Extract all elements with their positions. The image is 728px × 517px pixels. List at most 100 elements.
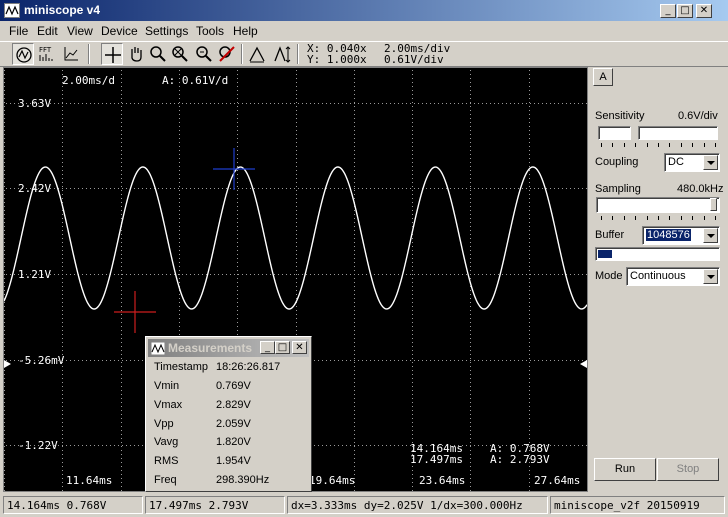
grid-dot [130, 360, 131, 361]
grid-dot [121, 90, 122, 91]
grid-dot [226, 274, 227, 275]
grid-dot [470, 430, 471, 431]
measurements-title-bar[interactable]: Measurements _ □ ✕ [148, 339, 309, 357]
fft-mode-button[interactable]: FFT [36, 43, 58, 65]
grid-dot [179, 258, 180, 259]
grid-dot [6, 274, 7, 275]
measure-vertical-button[interactable] [271, 43, 293, 65]
run-button[interactable]: Run [594, 458, 656, 481]
grid-dot [237, 206, 238, 207]
grid-dot [470, 182, 471, 183]
grid-dot [394, 360, 395, 361]
menu-help[interactable]: Help [233, 24, 258, 38]
grid-dot [118, 445, 119, 446]
menu-file[interactable]: File [9, 24, 28, 38]
x-label: 27.64ms [534, 474, 581, 487]
grid-dot [237, 262, 238, 263]
menu-device[interactable]: Device [101, 24, 138, 38]
menu-settings[interactable]: Settings [145, 24, 188, 38]
grid-dot [412, 182, 413, 183]
chevron-down-icon[interactable] [703, 155, 718, 170]
channel-a-tab[interactable]: A [593, 68, 613, 86]
grid-dot [4, 110, 5, 111]
grid-dot [506, 274, 507, 275]
grid-dot [296, 170, 297, 171]
grid-dot [179, 70, 180, 71]
red-cursor[interactable] [114, 291, 156, 333]
buffer-select[interactable]: 1048576 [642, 226, 720, 245]
y-label: -1.22V [18, 439, 58, 452]
grid-dot [179, 118, 180, 119]
grid-dot [237, 130, 238, 131]
meas-maximize-button[interactable]: □ [275, 341, 290, 354]
grid-dot [354, 442, 355, 443]
scope-mode-button[interactable] [12, 43, 34, 65]
grid-dot [386, 445, 387, 446]
zoom-out-button[interactable] [169, 43, 191, 65]
close-button[interactable]: ✕ [696, 4, 712, 18]
grid-dot [296, 266, 297, 267]
crosshair-tool-button[interactable] [101, 43, 123, 65]
menu-tools[interactable]: Tools [196, 24, 224, 38]
grid-dot [412, 306, 413, 307]
grid-dot [6, 445, 7, 446]
meas-close-button[interactable]: ✕ [292, 341, 307, 354]
chevron-down-icon[interactable] [703, 269, 718, 284]
grid-dot [412, 122, 413, 123]
grid-dot [529, 306, 530, 307]
coupling-select[interactable]: DC [664, 153, 720, 172]
measurements-window[interactable]: Measurements _ □ ✕ Timestamp 18:26:26.81… [145, 336, 312, 492]
meas-minimize-button[interactable]: _ [260, 341, 275, 354]
blue-cursor[interactable] [213, 148, 255, 190]
measure-horizontal-button[interactable] [246, 43, 268, 65]
grid-dot [390, 103, 391, 104]
zoom-fit-button[interactable] [193, 43, 215, 65]
grid-dot [282, 274, 283, 275]
grid-dot [54, 103, 55, 104]
zoom-tool-button[interactable] [147, 43, 169, 65]
stop-button[interactable]: Stop [657, 458, 719, 481]
grid-dot [4, 486, 5, 487]
grid-dot [258, 274, 259, 275]
grid-dot [70, 445, 71, 446]
mode-select[interactable]: Continuous [626, 267, 720, 286]
sampling-slider[interactable] [596, 197, 720, 213]
minimize-button[interactable]: _ [660, 4, 676, 18]
grid-dot [470, 478, 471, 479]
grid-dot [470, 334, 471, 335]
sensitivity-slider[interactable] [638, 126, 718, 140]
grid-dot [121, 362, 122, 363]
grid-dot [74, 188, 75, 189]
grid-dot [412, 466, 413, 467]
grid-dot [412, 394, 413, 395]
grid-dot [121, 126, 122, 127]
xy-mode-button[interactable] [60, 43, 82, 65]
menu-view[interactable]: View [67, 24, 93, 38]
grid-dot [378, 445, 379, 446]
ground-marker-right [580, 360, 587, 368]
grid-dot [466, 103, 467, 104]
grid-dot [90, 360, 91, 361]
grid-dot [296, 238, 297, 239]
measure-h-icon [249, 46, 265, 63]
grid-dot [294, 188, 295, 189]
grid-dot [326, 103, 327, 104]
grid-dot [62, 322, 63, 323]
chevron-down-icon[interactable] [703, 228, 718, 243]
grid-dot [478, 274, 479, 275]
grid-dot [121, 282, 122, 283]
maximize-button[interactable]: □ [677, 4, 693, 18]
grid-dot [470, 70, 471, 71]
menu-edit[interactable]: Edit [37, 24, 58, 38]
grid-dot [314, 103, 315, 104]
sensitivity-field[interactable] [598, 126, 631, 140]
grid-dot [282, 103, 283, 104]
grid-dot [121, 178, 122, 179]
grid-dot [296, 254, 297, 255]
sampling-slider-thumb[interactable] [710, 198, 717, 211]
grid-dot [237, 198, 238, 199]
grid-dot [121, 198, 122, 199]
clear-cursor-button[interactable] [216, 43, 238, 65]
pan-tool-button[interactable] [125, 43, 147, 65]
grid-dot [296, 226, 297, 227]
